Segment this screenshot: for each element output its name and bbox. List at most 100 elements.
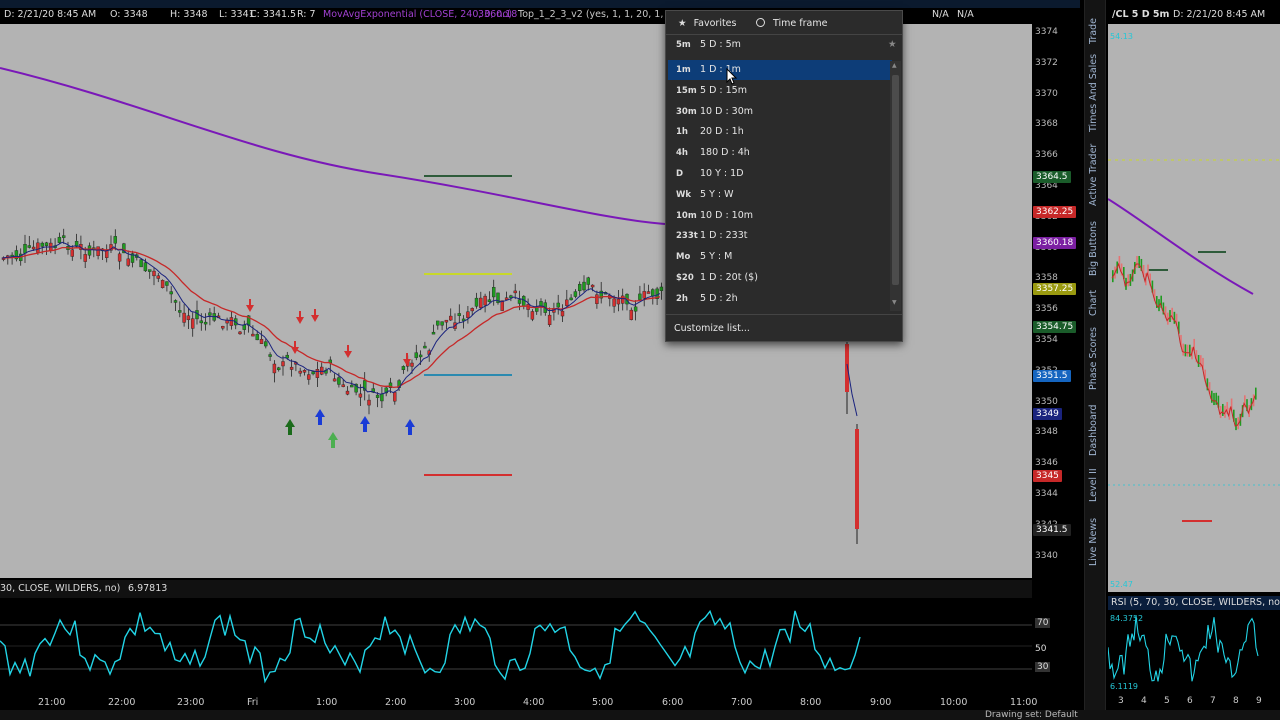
candle-body [173, 300, 178, 303]
timeframe-item[interactable]: 30m 10 D : 30m [668, 102, 892, 122]
side-tab-dashboard[interactable]: Dashboard [1088, 404, 1099, 456]
candle-body [277, 367, 281, 370]
bar-close: C: 3341.5 [250, 9, 297, 20]
candle-body [582, 281, 586, 291]
mini-time-tick: 4 [1141, 696, 1147, 706]
candle-body [156, 275, 161, 279]
price-tick: 3346 [1035, 458, 1058, 469]
candle-body [612, 298, 616, 307]
customize-list-link[interactable]: Customize list... [674, 321, 750, 337]
time-tick: 10:00 [940, 697, 968, 708]
drawing-set-label[interactable]: Drawing set: Default [985, 710, 1078, 720]
bar-open: O: 3348 [110, 9, 148, 20]
candle-body [272, 363, 277, 374]
top-toolbar-strip [0, 0, 1080, 8]
side-tab-live-news[interactable]: Live News [1088, 518, 1099, 566]
timeframe-item[interactable]: 10m 10 D : 10m [668, 206, 892, 226]
na-value-2: N/A [957, 9, 974, 20]
timeframe-item[interactable]: 233t 1 D : 233t [668, 226, 892, 246]
rsi-study-chart[interactable] [0, 598, 1032, 694]
timeframe-label: 180 D : 4h [700, 147, 750, 159]
side-tab-active-trader[interactable]: Active Trader [1088, 144, 1099, 206]
candle-body [311, 371, 315, 375]
mini-rsi-top: 84.3752 [1110, 614, 1144, 623]
candle-body [255, 334, 259, 341]
candle-body [621, 295, 625, 304]
price-tick: 3344 [1035, 489, 1058, 499]
time-tick: 8:00 [800, 697, 822, 708]
price-level-tag: 3362.25 [1033, 206, 1077, 218]
candle-body [238, 331, 242, 335]
side-tab-times-and-sales[interactable]: Times And Sales [1088, 54, 1099, 132]
candle-body [341, 384, 345, 387]
scroll-up-icon[interactable]: ▲ [892, 62, 897, 69]
time-axis: 21:00 22:00 23:00 Fri 1:00 2:00 3:00 4:00 5:00 6:… [0, 694, 1080, 710]
price-axis[interactable]: 3374337233703368336633643362336033583356… [1032, 8, 1080, 578]
tab-favorites[interactable]: ★ Favorites [674, 16, 736, 32]
timeframe-item[interactable]: $20 1 D : 20t ($) [668, 268, 892, 288]
timeframe-item[interactable]: D 10 Y : 1D [668, 164, 892, 184]
time-tick: 9:00 [870, 697, 892, 708]
rsi-study-header: 30, CLOSE, WILDERS, no) 6.97813 [0, 580, 1032, 598]
mini-chart-symbol[interactable]: /CL 5 D 5m [1112, 9, 1169, 20]
candle-body [186, 315, 191, 321]
dropdown-scrollbar[interactable]: ▲ ▼ [890, 61, 901, 311]
mini-candle [1136, 256, 1138, 268]
top123-study-label[interactable]: Top_1_2_3_v2 (yes, 1, 1, 20, 1, 1, ... [518, 9, 688, 20]
dropdown-scroll-thumb[interactable] [892, 75, 899, 285]
candle-body [281, 361, 285, 367]
side-tab-phase-scores[interactable]: Phase Scores [1088, 327, 1099, 390]
candle-body [556, 302, 560, 308]
price-level-tag: 3351.5 [1033, 370, 1071, 382]
rsi-study-params[interactable]: 30, CLOSE, WILDERS, no) [0, 583, 120, 594]
timeframe-item[interactable]: Mo 5 Y : M [668, 247, 892, 267]
candle-body [483, 295, 487, 306]
candle-body [423, 345, 427, 349]
candle-body [638, 293, 642, 300]
timeframe-item[interactable]: 2h 5 D : 2h [668, 289, 892, 309]
mini-price-chart[interactable]: 54.13 52.47 [1107, 24, 1280, 592]
price-tick: 3366 [1035, 150, 1058, 161]
candle-body [616, 298, 621, 305]
mini-candle [1213, 393, 1215, 406]
tab-favorites-label: Favorites [693, 18, 737, 29]
mini-rsi-params[interactable]: RSI (5, 70, 30, CLOSE, WILDERS, no) [1111, 597, 1280, 608]
candle-body [380, 393, 384, 402]
timeframe-abbr: 30m [676, 106, 697, 117]
candle-body [646, 291, 651, 294]
side-tab-trade[interactable]: Trade [1088, 18, 1099, 44]
price-tick: 3356 [1035, 304, 1058, 315]
timeframe-abbr: 1m [676, 65, 691, 75]
candle-body [208, 312, 212, 316]
favorite-star-icon[interactable]: ★ [888, 35, 897, 55]
candle-body [259, 338, 264, 344]
candle-body [203, 321, 208, 325]
candle-body [160, 279, 165, 289]
timeframe-label: 5 D : 15m [700, 84, 747, 96]
candle-body [547, 314, 552, 326]
candle-body [139, 259, 143, 268]
rsi-study-value: 6.97813 [128, 583, 168, 594]
buy-signal-arrow-icon [328, 432, 338, 448]
bottom-status-bar: Drawing set: Default [0, 710, 1280, 720]
side-tab-level-ii[interactable]: Level II [1088, 468, 1099, 502]
timeframe-item[interactable]: Wk 5 Y : W [668, 185, 892, 205]
timeframe-item[interactable]: 1m 1 D : 1m [668, 60, 892, 80]
candle-body [87, 245, 92, 256]
candle-body [199, 320, 204, 324]
timeframe-item[interactable]: 4h 180 D : 4h [668, 143, 892, 163]
tab-time-frame[interactable]: Time frame [752, 16, 827, 32]
timeframe-item[interactable]: 15m 5 D : 15m [668, 81, 892, 101]
timeframe-item[interactable]: 1h 20 D : 1h [668, 122, 892, 142]
side-tab-chart[interactable]: Chart [1088, 290, 1099, 316]
scroll-down-icon[interactable]: ▼ [892, 299, 897, 306]
candle-body [642, 291, 646, 299]
candle-body [633, 306, 638, 312]
candle-body [565, 299, 569, 306]
side-tab-big-buttons[interactable]: Big Buttons [1088, 221, 1099, 276]
favorite-timeframe-item[interactable]: 5m 5 D : 5m ★ [668, 35, 897, 55]
mini-chart-date: D: 2/21/20 8:45 AM [1173, 9, 1266, 20]
candle-body [165, 281, 169, 286]
timeframe-abbr: 10m [676, 210, 697, 221]
timeframe-label: 1 D : 20t ($) [700, 272, 758, 283]
